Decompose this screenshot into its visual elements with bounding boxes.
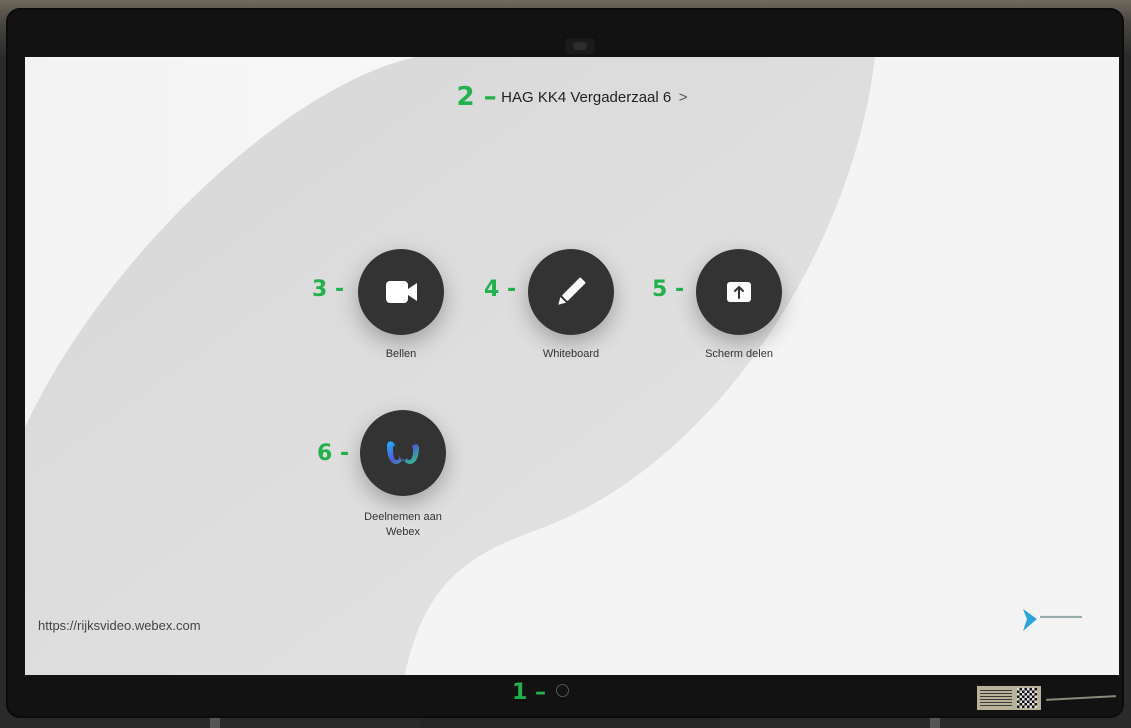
callout-badge: 5 - <box>652 277 685 302</box>
video-camera-icon <box>386 281 417 303</box>
qr-code-icon <box>1017 688 1037 708</box>
rijksoverheid-logo <box>1023 609 1037 631</box>
sticker-text <box>980 690 1012 706</box>
whiteboard-button[interactable] <box>528 249 614 335</box>
home-button-area[interactable]: 1 – <box>512 680 570 705</box>
share-screen-label: Scherm delen <box>705 348 773 360</box>
home-screen: 2 – HAG KK4 Vergaderzaal 6 > 3 - Bellen … <box>25 57 1119 675</box>
join-webex-label-line2: Webex <box>385 526 421 538</box>
callout-badge: 4 - <box>484 277 517 302</box>
share-screen-icon <box>727 282 751 302</box>
callout-badge: 1 – <box>512 680 546 705</box>
camera-lens <box>573 42 587 50</box>
join-webex-label-line1: Deelnemen aan <box>364 511 442 523</box>
join-webex-label: Deelnemen aan Webex <box>323 510 483 540</box>
stand-leg <box>210 718 220 728</box>
chevron-right-icon: > <box>678 89 688 106</box>
stand-base <box>420 718 720 728</box>
callout-badge: 3 - <box>312 277 345 302</box>
join-webex-button[interactable] <box>360 410 446 496</box>
callout-badge: 2 – <box>456 82 497 112</box>
room-name: HAG KK4 Vergaderzaal 6 <box>501 89 672 106</box>
camera-icon <box>563 36 597 56</box>
background-swoosh <box>25 57 1119 675</box>
home-button-icon[interactable] <box>556 684 570 697</box>
stand-leg <box>930 718 940 728</box>
callout-badge: 6 - <box>317 441 350 466</box>
room-name-header[interactable]: 2 – HAG KK4 Vergaderzaal 6 > <box>25 82 1119 112</box>
call-button[interactable] <box>358 249 444 335</box>
info-sticker <box>977 686 1041 710</box>
pencil-icon <box>558 277 586 305</box>
webex-url: https://rijksvideo.webex.com <box>38 618 201 633</box>
share-screen-button[interactable] <box>696 249 782 335</box>
whiteboard-label: Whiteboard <box>542 348 600 360</box>
logo-wordmark: ▬▬▬▬▬▬ <box>1040 613 1082 620</box>
call-label: Bellen <box>385 348 417 360</box>
webex-logo-icon <box>387 441 419 464</box>
